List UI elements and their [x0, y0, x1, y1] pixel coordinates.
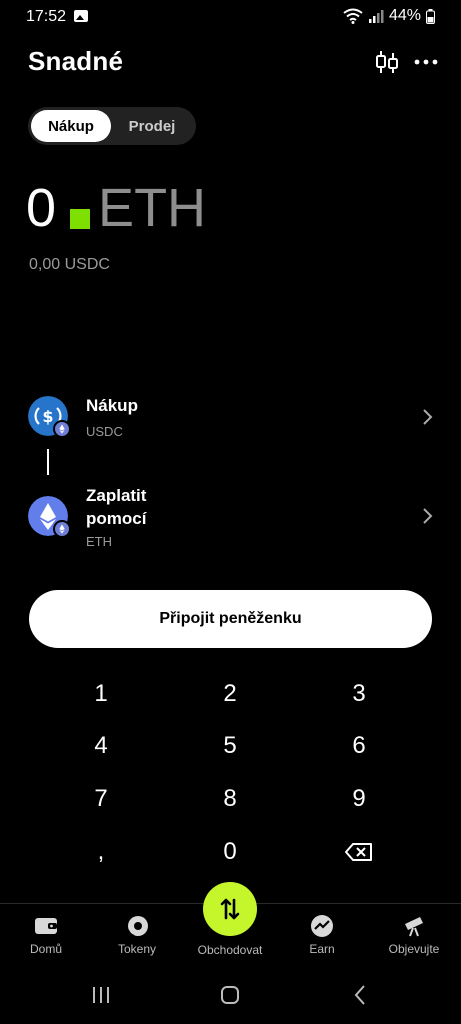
back-icon: [354, 985, 365, 1005]
recent-apps-icon: [93, 987, 109, 1003]
nav-trade-button[interactable]: [203, 882, 257, 936]
home-icon: [221, 986, 239, 1004]
key-8[interactable]: 8: [200, 776, 260, 822]
swap-connector-line: [47, 449, 49, 475]
nav-tokens-label: Tokeny: [117, 942, 157, 956]
key-comma[interactable]: ,: [71, 829, 131, 875]
signal-icon: [368, 10, 384, 23]
home-button[interactable]: [215, 982, 245, 1008]
buy-token-symbol: USDC: [86, 424, 123, 439]
key-7[interactable]: 7: [71, 776, 131, 822]
pay-token-symbol: ETH: [86, 534, 112, 549]
battery-percentage: 44%: [388, 7, 421, 24]
nav-tokens[interactable]: Tokeny: [97, 914, 177, 956]
nav-trade-label: Obchodovat: [197, 943, 263, 957]
battery-icon: [426, 8, 435, 24]
status-bar: 17:52 44%: [0, 0, 461, 34]
input-cursor: [70, 209, 91, 229]
wifi-icon: [343, 8, 363, 24]
nav-explore[interactable]: Objevujte: [374, 914, 454, 956]
earn-chart-icon: [310, 914, 334, 938]
system-navigation-bar: [0, 968, 461, 1024]
key-9[interactable]: 9: [329, 776, 389, 822]
buy-token-selector[interactable]: $ Nákup USDC: [28, 394, 438, 442]
recent-apps-button[interactable]: [86, 982, 116, 1008]
key-2[interactable]: 2: [200, 671, 260, 717]
back-button[interactable]: [345, 982, 375, 1008]
key-0[interactable]: 0: [200, 829, 260, 875]
tokens-icon: [125, 914, 149, 938]
gallery-notification-icon: [74, 10, 88, 22]
buy-sell-toggle: Nákup Prodej: [28, 107, 196, 145]
svg-text:$: $: [42, 407, 53, 426]
amount-unit: ETH: [98, 178, 207, 238]
more-options-icon[interactable]: [413, 50, 439, 74]
status-time: 17:52: [26, 8, 67, 25]
nav-earn-label: Earn: [309, 942, 335, 956]
amount-value: 0: [26, 178, 57, 238]
buy-title: Nákup: [86, 396, 138, 415]
backspace-icon: [345, 843, 372, 861]
pay-title: Zaplatit pomocí: [86, 486, 147, 528]
page-title: Snadné: [28, 46, 124, 76]
ethereum-network-badge-icon: [53, 420, 71, 438]
nav-earn[interactable]: Earn: [282, 914, 362, 956]
nav-home-label: Domů: [29, 942, 62, 956]
connect-wallet-button[interactable]: Připojit peněženku: [29, 590, 432, 648]
key-1[interactable]: 1: [71, 671, 131, 717]
header: Snadné: [0, 44, 461, 80]
tab-sell[interactable]: Prodej: [111, 110, 193, 142]
key-3[interactable]: 3: [329, 671, 389, 717]
status-indicators: 44%: [343, 7, 435, 25]
nav-home[interactable]: Domů: [6, 914, 86, 956]
chevron-right-icon: [423, 409, 433, 425]
ethereum-network-badge-icon: [53, 520, 71, 538]
chevron-right-icon: [423, 508, 433, 524]
wallet-icon: [34, 914, 58, 938]
swap-arrows-icon: [220, 898, 240, 920]
candlestick-chart-icon[interactable]: [375, 48, 399, 76]
key-6[interactable]: 6: [329, 723, 389, 769]
key-4[interactable]: 4: [71, 723, 131, 769]
amount-converted: 0,00 USDC: [29, 256, 110, 273]
amount-display: 0 ETH: [26, 176, 206, 240]
key-5[interactable]: 5: [200, 723, 260, 769]
key-backspace[interactable]: [329, 829, 389, 875]
nav-explore-label: Objevujte: [388, 942, 440, 956]
telescope-icon: [402, 914, 426, 938]
pay-token-selector[interactable]: Zaplatit pomocí ETH: [28, 484, 438, 550]
tab-buy[interactable]: Nákup: [31, 110, 111, 142]
